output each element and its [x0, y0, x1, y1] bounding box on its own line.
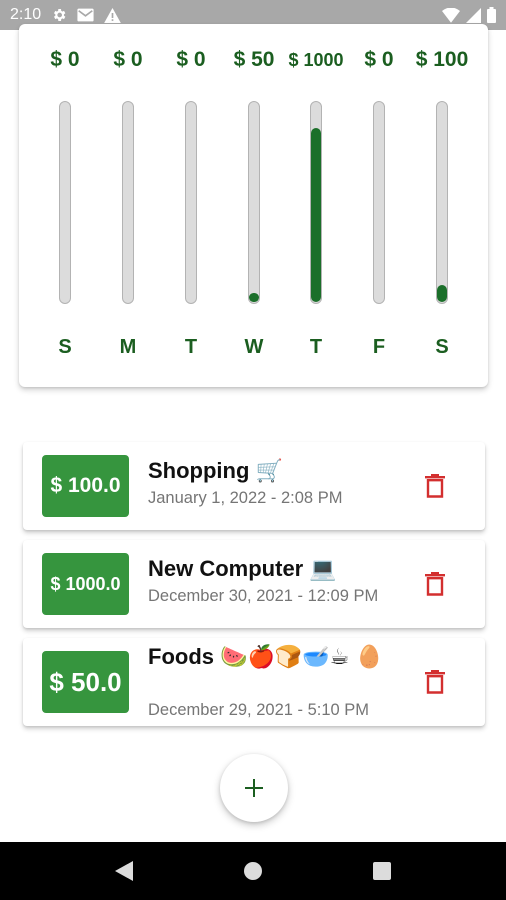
transaction-card[interactable]: $ 50.0 Foods 🍉🍎🍞🥣☕ 🥚 December 29, 2021 -… — [23, 638, 485, 726]
transaction-date: December 29, 2021 - 5:10 PM — [148, 701, 370, 719]
transaction-amount-badge: $ 100.0 — [42, 455, 129, 517]
chart-bar-amount: $ 50 — [233, 48, 275, 71]
chart-bar-column: $ 50 W — [222, 24, 286, 387]
delete-icon[interactable] — [425, 670, 445, 694]
transaction-date: January 1, 2022 - 2:08 PM — [148, 489, 343, 507]
transaction-card[interactable]: $ 1000.0 New Computer 💻 December 30, 202… — [23, 540, 485, 628]
chart-bar-track — [373, 101, 385, 304]
chart-bar-amount: $ 1000 — [288, 50, 344, 70]
chart-bar-day: F — [372, 336, 386, 358]
battery-icon — [487, 7, 496, 23]
chart-bar-column: $ 0 M — [96, 24, 160, 387]
chart-bar-fill — [437, 285, 447, 302]
transaction-card[interactable]: $ 100.0 Shopping 🛒 January 1, 2022 - 2:0… — [23, 442, 485, 530]
transaction-title: New Computer 💻 — [148, 556, 337, 581]
navigation-bar — [0, 842, 506, 900]
chart-bar-track — [59, 101, 71, 304]
transaction-title: Shopping 🛒 — [148, 458, 283, 483]
transaction-date: December 30, 2021 - 12:09 PM — [148, 587, 379, 605]
chart-bar-column: $ 100 S — [410, 24, 474, 387]
chart-bar-amount: $ 100 — [415, 48, 469, 71]
back-icon[interactable] — [115, 861, 133, 881]
chart-bar-column: $ 1000 T — [284, 24, 348, 387]
status-time: 2:10 — [10, 6, 42, 23]
chart-bar-day: T — [184, 336, 198, 358]
chart-bar-amount: $ 0 — [176, 48, 206, 71]
transaction-amount-badge: $ 1000.0 — [42, 553, 129, 615]
add-transaction-button[interactable] — [220, 754, 288, 822]
chart-bar-track — [436, 101, 448, 304]
screen: 2:10 $ 0 S $ 0 M $ 0 T $ 50 W $ 1000 T $… — [0, 0, 506, 900]
recents-icon[interactable] — [373, 862, 391, 880]
chart-bar-day: T — [309, 336, 323, 358]
chart-bar-column: $ 0 F — [347, 24, 411, 387]
weekly-chart-card: $ 0 S $ 0 M $ 0 T $ 50 W $ 1000 T $ 0 F … — [19, 24, 488, 387]
chart-bar-fill — [249, 293, 259, 302]
warning-icon — [104, 7, 121, 23]
delete-icon[interactable] — [425, 572, 445, 596]
chart-bar-amount: $ 0 — [50, 48, 80, 71]
chart-bar-day: M — [119, 336, 137, 358]
chart-bar-day: W — [244, 336, 264, 358]
chart-bar-day: S — [435, 336, 449, 358]
transaction-title: Foods 🍉🍎🍞🥣☕ 🥚 — [148, 644, 383, 669]
home-icon[interactable] — [243, 861, 263, 881]
cellular-signal-icon — [466, 7, 481, 23]
chart-bar-column: $ 0 S — [33, 24, 97, 387]
chart-bar-track — [310, 101, 322, 304]
settings-icon — [54, 9, 66, 21]
transaction-amount-badge: $ 50.0 — [42, 651, 129, 713]
chart-bar-amount: $ 0 — [364, 48, 394, 71]
chart-bar-column: $ 0 T — [159, 24, 223, 387]
chart-bar-track — [122, 101, 134, 304]
gmail-icon — [77, 8, 94, 22]
delete-icon[interactable] — [425, 474, 445, 498]
chart-bar-day: S — [58, 336, 72, 358]
chart-bar-fill — [311, 128, 321, 302]
wifi-icon — [442, 7, 460, 23]
chart-bar-track — [185, 101, 197, 304]
plus-icon — [245, 779, 263, 797]
chart-bar-amount: $ 0 — [113, 48, 143, 71]
chart-bar-track — [248, 101, 260, 304]
